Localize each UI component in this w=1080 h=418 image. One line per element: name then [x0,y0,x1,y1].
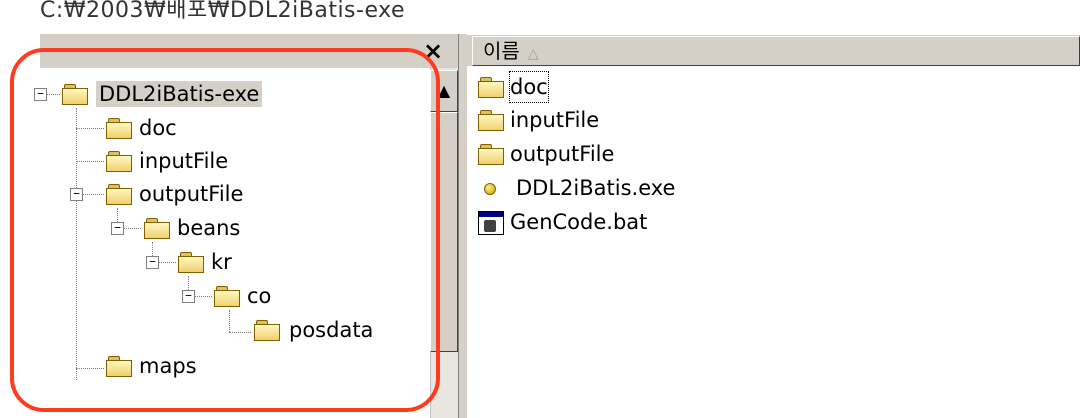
list-item-label: GenCode.bat [510,210,648,234]
collapse-toggle-kr[interactable]: − [146,256,159,269]
scroll-thumb[interactable] [430,112,458,352]
tree-item-co[interactable]: co [244,283,274,309]
tree-line [76,128,104,129]
list-item-ddl2ibatis-exe[interactable]: DDL2iBatis.exe [476,173,696,203]
tree-item-beans[interactable]: beans [174,215,243,241]
collapse-toggle-root[interactable]: − [34,88,47,101]
exe-icon [484,183,496,195]
open-folder-icon [62,84,88,105]
list-item-gencode-bat[interactable]: GenCode.bat [476,207,696,237]
collapse-toggle-beans[interactable]: − [111,222,124,235]
tree-item-outputfile[interactable]: outputFile [136,181,246,207]
close-tree-button[interactable]: × [418,36,448,66]
folder-icon [478,110,504,131]
tree-item-maps[interactable]: maps [136,353,200,379]
collapse-toggle-outputfile[interactable]: − [70,188,83,201]
tree-line [76,161,104,162]
batch-file-icon [478,211,504,235]
window-title: C:₩2003₩배포₩DDL2iBatis-exe [40,0,405,23]
sort-ascending-icon: △ [527,46,539,62]
column-header-label: 이름 [483,39,520,63]
tree-item-inputfile[interactable]: inputFile [136,148,231,174]
list-item-inputfile[interactable]: inputFile [476,105,676,135]
tree-line [76,108,77,380]
list-item-outputfile[interactable]: outputFile [476,139,676,169]
column-header-name[interactable]: 이름 △ [472,36,1080,66]
tree-line [76,368,104,369]
folder-icon [478,144,504,165]
tree-item-doc[interactable]: doc [136,115,180,141]
folder-icon [178,252,204,273]
tree-item-kr[interactable]: kr [208,249,235,275]
folder-icon [478,77,504,98]
list-item-doc[interactable]: doc [476,71,676,103]
collapse-toggle-co[interactable]: − [182,290,195,303]
folder-icon [106,356,132,377]
list-item-label: outputFile [510,142,615,166]
scroll-up-button[interactable]: ▲ [430,70,458,112]
folder-icon [144,218,170,239]
tree-line [229,332,251,333]
folder-tree [40,68,430,418]
address-bar: C:₩2003₩배포₩DDL2iBatis-exe [0,0,1080,28]
folder-icon [106,151,132,172]
folder-icon [106,184,132,205]
tree-item-ddl2ibatis-exe[interactable]: DDL2iBatis-exe [96,81,263,107]
tree-pane-header [40,34,460,69]
folder-icon [106,118,132,139]
tree-item-posdata[interactable]: posdata [286,317,376,343]
list-item-label: doc [509,71,549,103]
folder-icon [214,286,240,307]
list-item-label: inputFile [510,108,600,132]
folder-icon [254,320,280,341]
list-item-label: DDL2iBatis.exe [516,176,676,200]
tree-line [229,310,230,332]
